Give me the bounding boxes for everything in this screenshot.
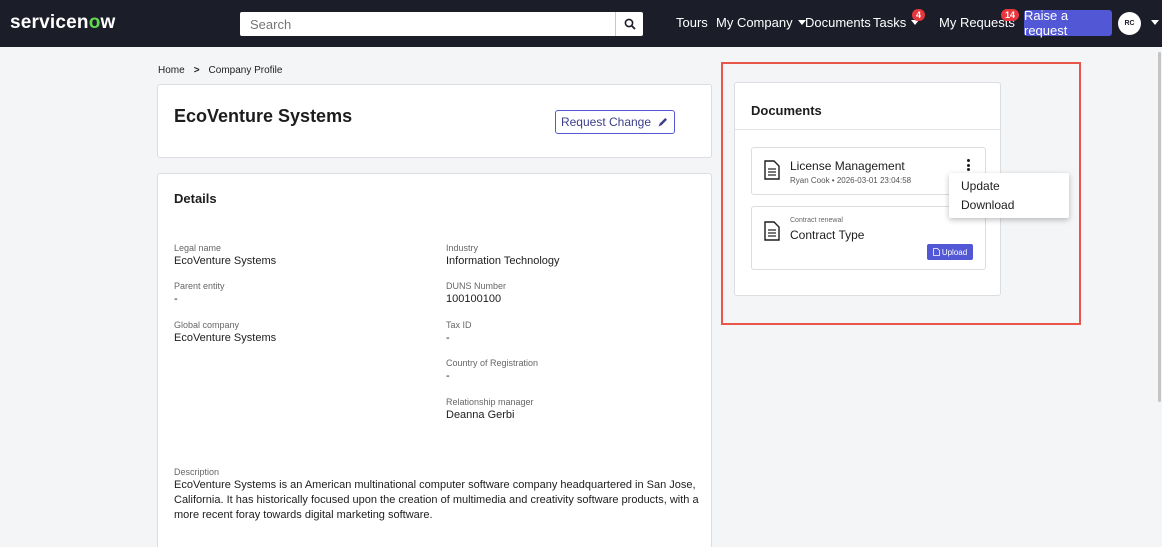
highlight-outline (721, 62, 1081, 325)
parent-entity-field: Parent entity - (174, 280, 225, 307)
avatar[interactable]: RC (1118, 12, 1141, 35)
avatar-chevron-down-icon[interactable] (1151, 20, 1159, 25)
tax-id-field: Tax ID - (446, 319, 472, 346)
nav-my-company[interactable]: My Company (716, 15, 806, 30)
description-value: EcoVenture Systems is an American multin… (174, 479, 699, 521)
breadcrumb: Home > Company Profile (158, 65, 282, 76)
top-navigation-bar: servicenow Tours My Company Documents Ta… (0, 0, 1162, 47)
search-button[interactable] (615, 12, 643, 36)
description-label: Description (174, 467, 220, 477)
legal-name-field: Legal name EcoVenture Systems (174, 242, 276, 269)
tax-id-value: - (446, 332, 450, 344)
industry-value: Information Technology (446, 255, 560, 267)
legal-name-label: Legal name (174, 243, 222, 253)
country-value: - (446, 370, 450, 382)
raise-request-button[interactable]: Raise a request (1024, 8, 1112, 38)
request-change-button[interactable]: Request Change (555, 110, 675, 134)
industry-field: Industry Information Technology (446, 242, 560, 269)
duns-field: DUNS Number 100100100 (446, 280, 506, 307)
nav-tasks-label: Tasks (873, 15, 907, 30)
search-icon (624, 18, 636, 30)
requests-count-badge: 14 (1001, 9, 1020, 21)
relationship-manager-field: Relationship manager Deanna Gerbi (446, 396, 534, 423)
global-company-label: Global company (174, 320, 240, 330)
chevron-right-icon: > (193, 65, 200, 76)
tax-id-label: Tax ID (446, 320, 472, 330)
request-change-label: Request Change (560, 115, 652, 129)
global-company-field: Global company EcoVenture Systems (174, 319, 276, 346)
tasks-count-badge: 4 (912, 9, 926, 21)
relationship-manager-value: Deanna Gerbi (446, 409, 515, 421)
pencil-icon (658, 118, 668, 127)
country-field: Country of Registration - (446, 357, 538, 384)
company-header-card: EcoVenture Systems Request Change (157, 84, 712, 158)
page-title: EcoVenture Systems (174, 106, 353, 126)
nav-documents[interactable]: Documents (805, 15, 871, 30)
search-box (240, 12, 643, 36)
global-company-value: EcoVenture Systems (174, 332, 277, 344)
relationship-manager-label: Relationship manager (446, 397, 534, 407)
parent-entity-label: Parent entity (174, 281, 225, 291)
details-heading: Details (174, 191, 217, 206)
legal-name-value: EcoVenture Systems (174, 255, 277, 267)
breadcrumb-current: Company Profile (208, 65, 283, 76)
parent-entity-value: - (174, 293, 178, 305)
duns-label: DUNS Number (446, 281, 507, 291)
nav-my-company-label: My Company (716, 15, 793, 30)
industry-label: Industry (446, 243, 479, 253)
search-input[interactable] (240, 12, 612, 36)
description-field: Description EcoVenture Systems is an Ame… (174, 466, 719, 523)
scrollbar-thumb[interactable] (1158, 52, 1161, 402)
country-label: Country of Registration (446, 358, 539, 368)
duns-value: 100100100 (446, 293, 502, 305)
breadcrumb-home[interactable]: Home (158, 65, 185, 76)
details-card: Details Legal name EcoVenture Systems Pa… (157, 173, 712, 547)
nav-tours[interactable]: Tours (676, 15, 708, 30)
servicenow-logo[interactable]: servicenow (10, 12, 116, 34)
